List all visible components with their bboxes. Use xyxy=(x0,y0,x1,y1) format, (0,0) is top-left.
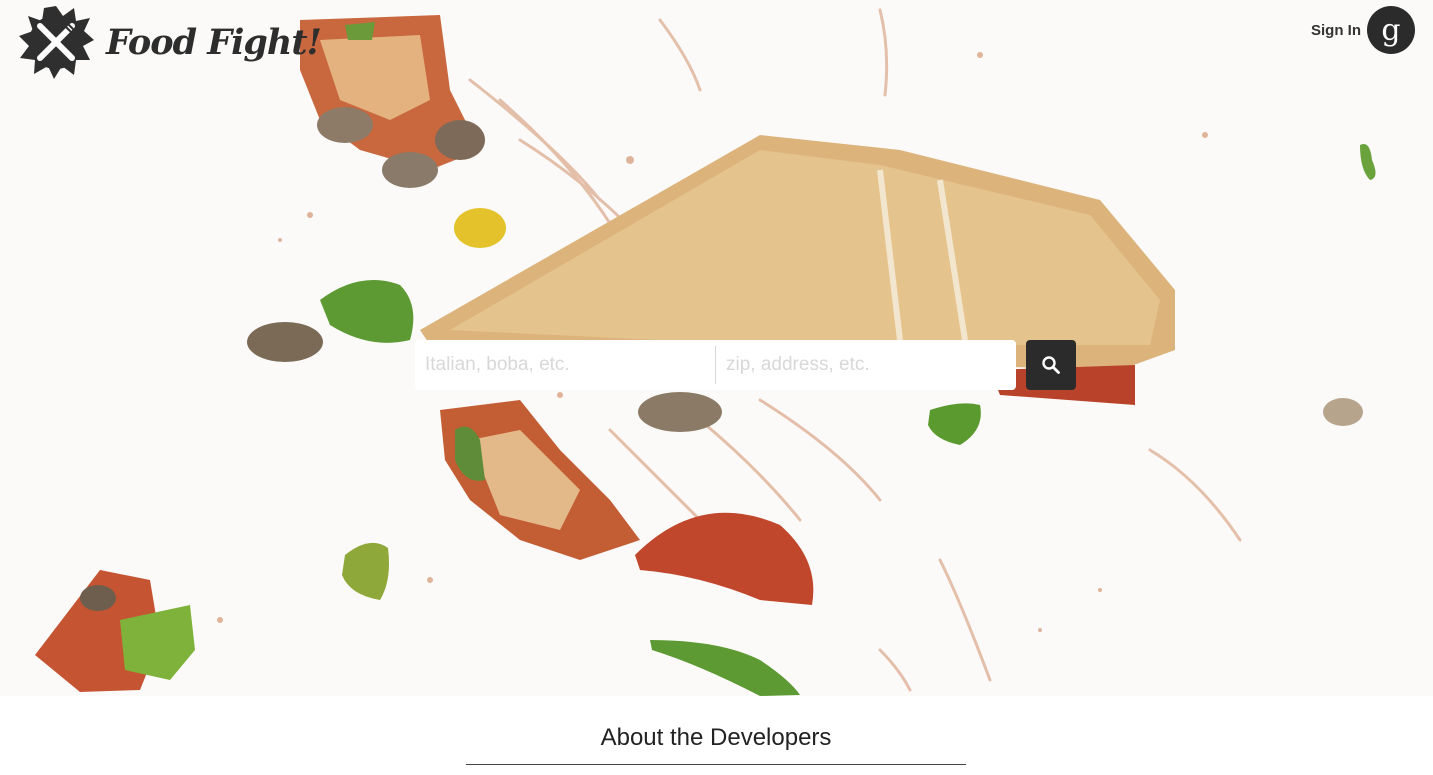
signin-label: Sign In xyxy=(1311,21,1361,39)
search-icon xyxy=(1042,356,1060,374)
google-glyph: g xyxy=(1381,12,1401,48)
google-icon: g xyxy=(1367,6,1415,54)
page: Food Fight! Sign In g About the Develope… xyxy=(0,0,1433,775)
about-divider xyxy=(466,764,966,765)
fork-knife-splat-icon xyxy=(19,6,94,79)
search-bar xyxy=(415,340,1076,390)
search-button[interactable] xyxy=(1026,340,1076,390)
location-search-input[interactable] xyxy=(716,340,1016,390)
brand-logo[interactable]: Food Fight! xyxy=(16,2,322,82)
about-section: About the Developers xyxy=(0,696,1433,775)
about-title: About the Developers xyxy=(600,724,832,751)
app-title: Food Fight! xyxy=(106,21,322,63)
food-search-input[interactable] xyxy=(415,340,715,390)
google-signin-button[interactable]: Sign In g xyxy=(1311,6,1415,54)
search-box xyxy=(415,340,1016,390)
